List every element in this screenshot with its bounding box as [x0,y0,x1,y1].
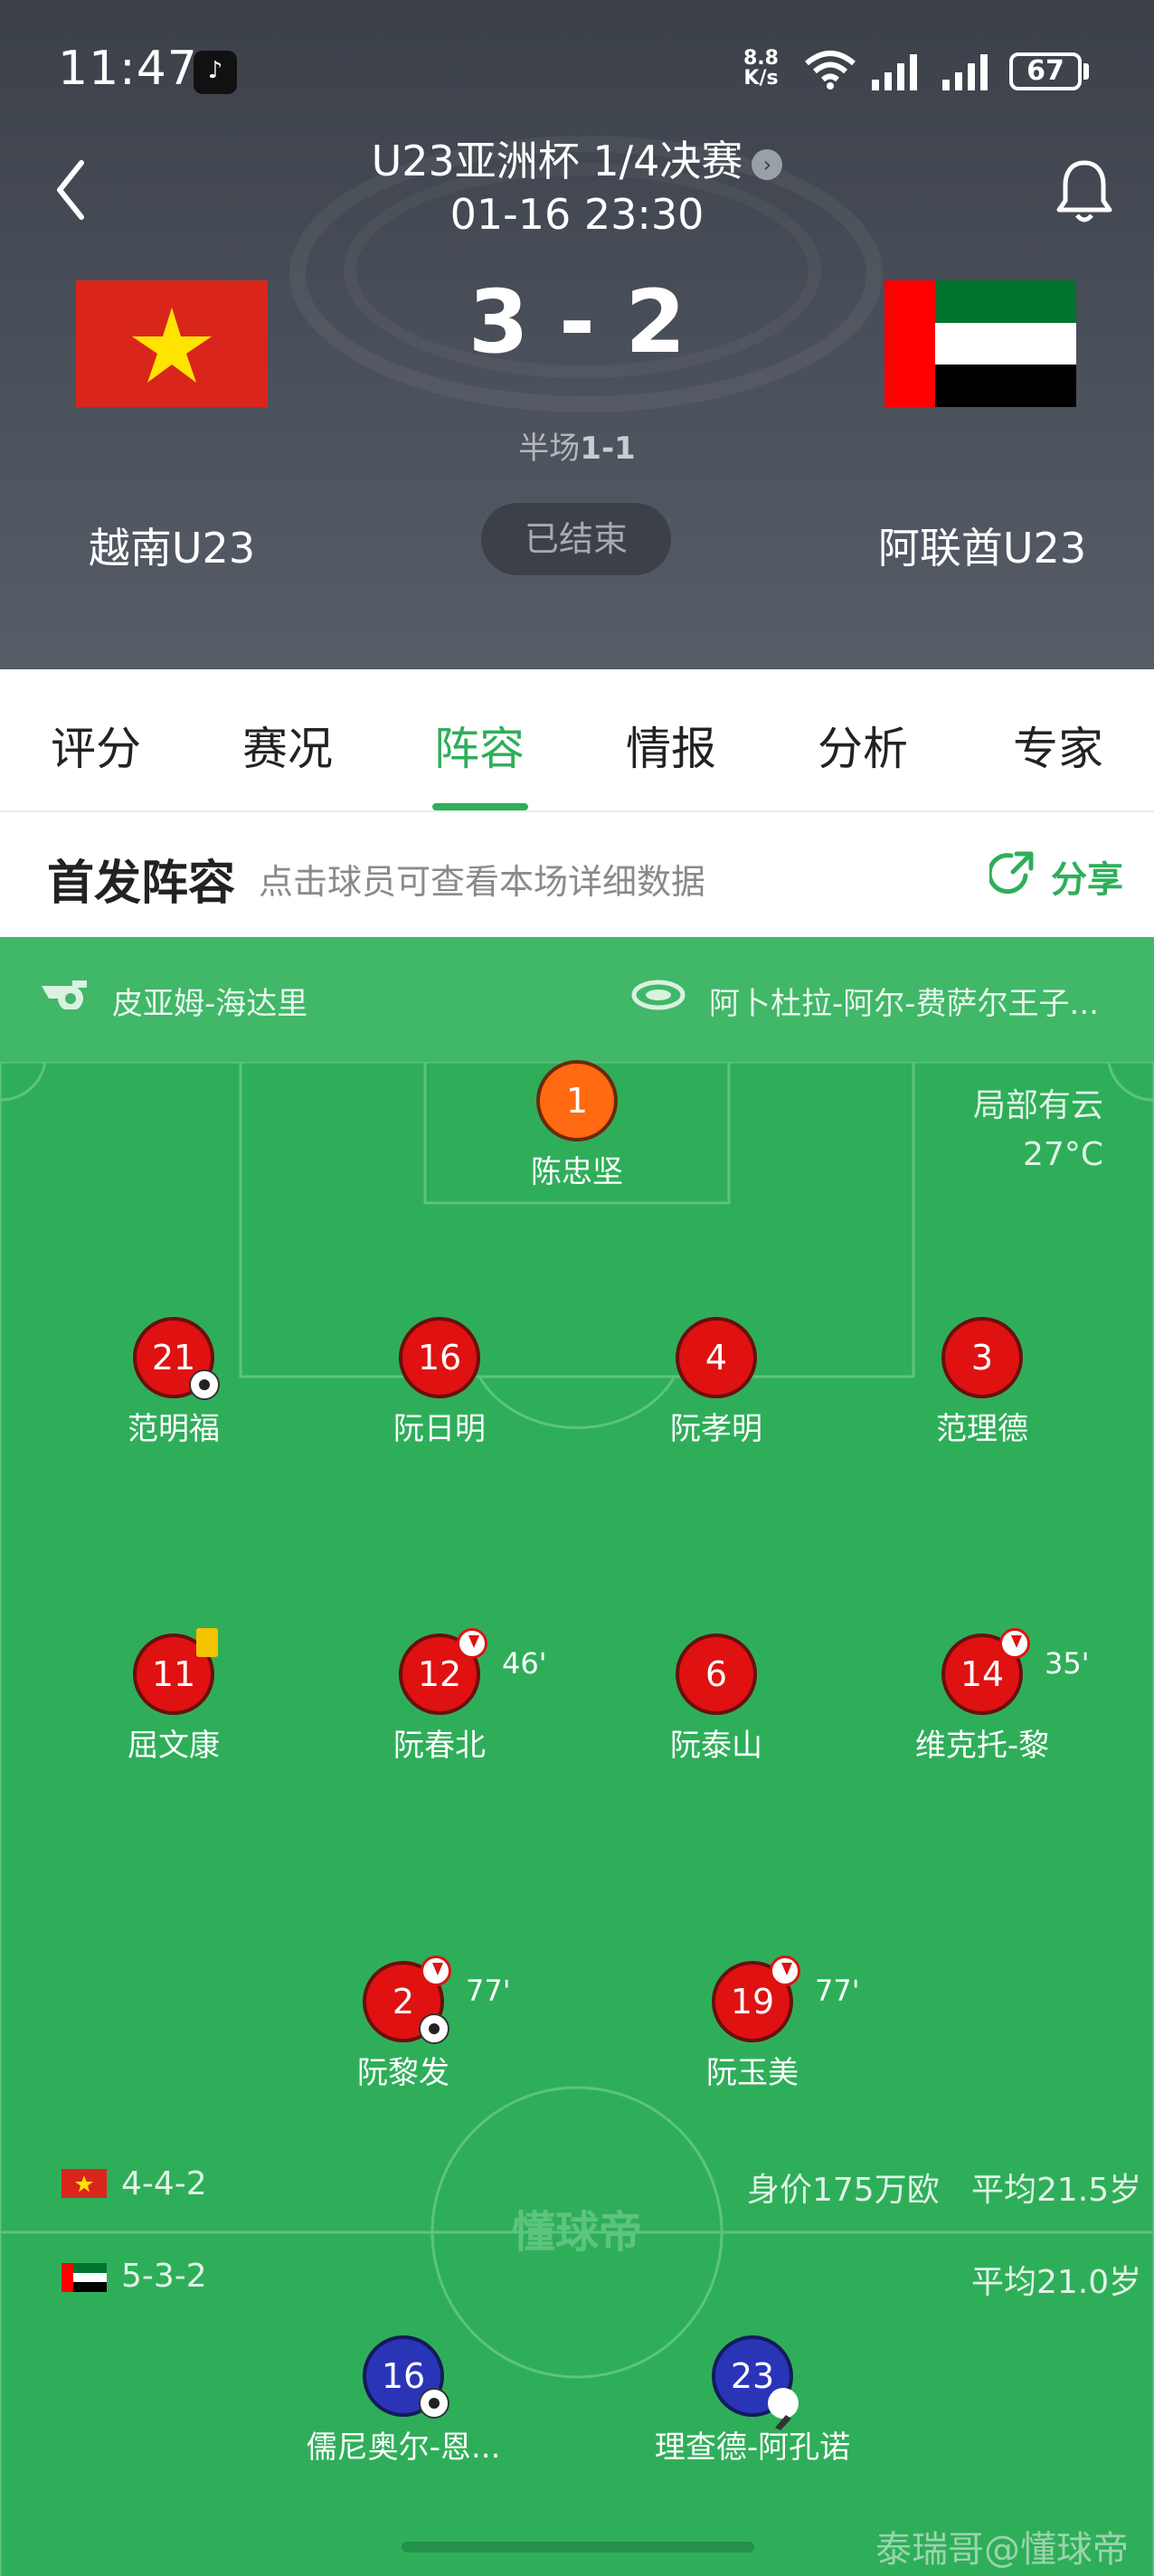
weather-info: 局部有云 27°C [972,1087,1103,1173]
sub-time: 77' [466,1974,511,2008]
player-number: 21 [133,1317,220,1400]
tab-intel[interactable]: 情报 [575,713,767,778]
home-team-name[interactable]: 越南U23 [0,516,344,575]
player-name: 阮春北 [393,1728,486,1764]
player-name: 阮孝明 [670,1411,762,1447]
match-datetime: 01-16 23:30 [449,190,705,239]
goal-ball-icon [419,2013,449,2044]
player-name: 范明福 [128,1411,220,1447]
assist-icon [768,2388,799,2430]
tab-experts[interactable]: 专家 [962,713,1154,778]
player-card[interactable]: 14 35' 维克托-黎 [883,1628,1090,1765]
home-market-value: 身价175万欧 [747,2172,940,2209]
away-formation: 5-3-2 [121,2258,207,2295]
lineup-hint: 点击球员可查看本场详细数据 [259,862,706,902]
player-card[interactable]: 16 阮日明 [340,1317,539,1448]
player-card[interactable]: 21 范明福 [74,1317,273,1448]
footer-watermark: 泰瑞哥@懂球帝 [875,2529,1129,2571]
yellow-card-icon [196,1628,218,1657]
player-name: 阮黎发 [357,2055,449,2091]
player-name: 理查德-阿孔诺 [654,2429,851,2466]
network-speed: 8.8 K/s [743,47,779,90]
share-icon[interactable] [989,848,1038,897]
wifi-icon [805,51,856,90]
player-number: 11 [133,1628,218,1715]
tab-bar: 评分 赛况 阵容 情报 分析 专家 [0,669,1154,812]
lineup-title: 首发阵容 [47,857,236,911]
player-card[interactable]: 6 阮泰山 [617,1634,816,1765]
player-number: 2 77' [363,1956,511,2044]
player-number: 19 77' [712,1956,860,2042]
player-number: 1 [536,1060,618,1141]
tab-lineup[interactable]: 阵容 [383,713,575,778]
player-card[interactable]: 23 理查德-阿孔诺 [653,2335,852,2467]
active-tab-indicator [432,803,528,810]
match-status-badge: 已结束 [481,503,671,575]
match-score: 3 - 2 [468,271,686,373]
player-number: 6 [676,1634,757,1715]
tiktok-notification-icon: ♪ [194,51,237,94]
player-number: 23 [712,2335,799,2430]
player-card[interactable]: 3 范理德 [883,1317,1082,1448]
player-name: 阮玉美 [706,2055,799,2091]
home-indicator[interactable] [402,2542,754,2552]
sub-off-icon [421,1956,451,1986]
competition-title[interactable]: U23亚洲杯 1/4决赛 › [0,128,1154,188]
halftime-score: 半场1-1 [518,431,636,467]
home-average-age: 平均21.5岁 [971,2172,1142,2209]
player-name: 维克托-黎 [914,1728,1050,1764]
player-card[interactable]: 1 陈忠坚 [478,1060,676,1191]
sub-time: 77' [815,1974,860,2008]
player-number: 16 [399,1317,480,1398]
player-card[interactable]: 2 77' 阮黎发 [304,1956,511,2092]
signal-strength-icon-2 [942,54,988,90]
sub-off-icon [457,1628,487,1659]
player-card[interactable]: 4 阮孝明 [617,1317,816,1448]
player-card[interactable]: 19 77' 阮玉美 [653,1956,860,2092]
player-card[interactable]: 16 儒尼奥尔-恩... [304,2335,503,2467]
whistle-icon [42,980,87,1009]
away-average-age: 平均21.0岁 [971,2264,1142,2301]
player-name: 阮泰山 [670,1728,762,1764]
home-formation: 4-4-2 [121,2165,207,2202]
share-button[interactable]: 分享 [1051,850,1123,903]
player-number: 14 35' [941,1628,1090,1715]
player-name: 陈忠坚 [531,1154,623,1190]
sub-off-icon [770,1956,800,1986]
assist-boot-icon [775,2415,791,2430]
referee-name: 皮亚姆-海达里 [112,986,308,1022]
player-name: 阮日明 [393,1411,486,1447]
stadium-name: 阿卜杜拉-阿尔-费萨尔王子... [709,986,1099,1022]
signal-strength-icon [872,54,917,90]
player-number: 12 46' [399,1628,547,1715]
battery-tip [1083,63,1089,80]
player-number: 3 [941,1317,1023,1398]
tab-rating[interactable]: 评分 [0,713,192,778]
goal-ball-icon [419,2388,449,2419]
away-team-name[interactable]: 阿联酋U23 [810,516,1154,575]
goal-ball-icon [189,1369,220,1400]
battery-icon: 67 [1009,52,1082,90]
player-name: 儒尼奥尔-恩... [306,2429,501,2466]
sub-time: 35' [1045,1646,1090,1681]
player-card[interactable]: 12 46' 阮春北 [340,1628,547,1765]
tab-analysis[interactable]: 分析 [767,713,959,778]
player-name: 范理德 [936,1411,1028,1447]
player-name: 屈文康 [128,1728,220,1764]
sub-off-icon [999,1628,1030,1659]
uae-mini-flag-icon [61,2263,107,2292]
tab-live[interactable]: 赛况 [192,713,383,778]
player-card[interactable]: 11 屈文康 [74,1628,273,1765]
status-clock: 11:47 [58,42,198,96]
player-number: 16 [363,2335,449,2419]
sub-time: 46' [502,1646,547,1681]
vietnam-mini-flag-icon [61,2169,107,2198]
player-number: 4 [676,1317,757,1398]
stadium-icon [631,980,686,1010]
center-watermark: 懂球帝 [512,2207,642,2258]
chevron-right-icon: › [752,148,783,180]
